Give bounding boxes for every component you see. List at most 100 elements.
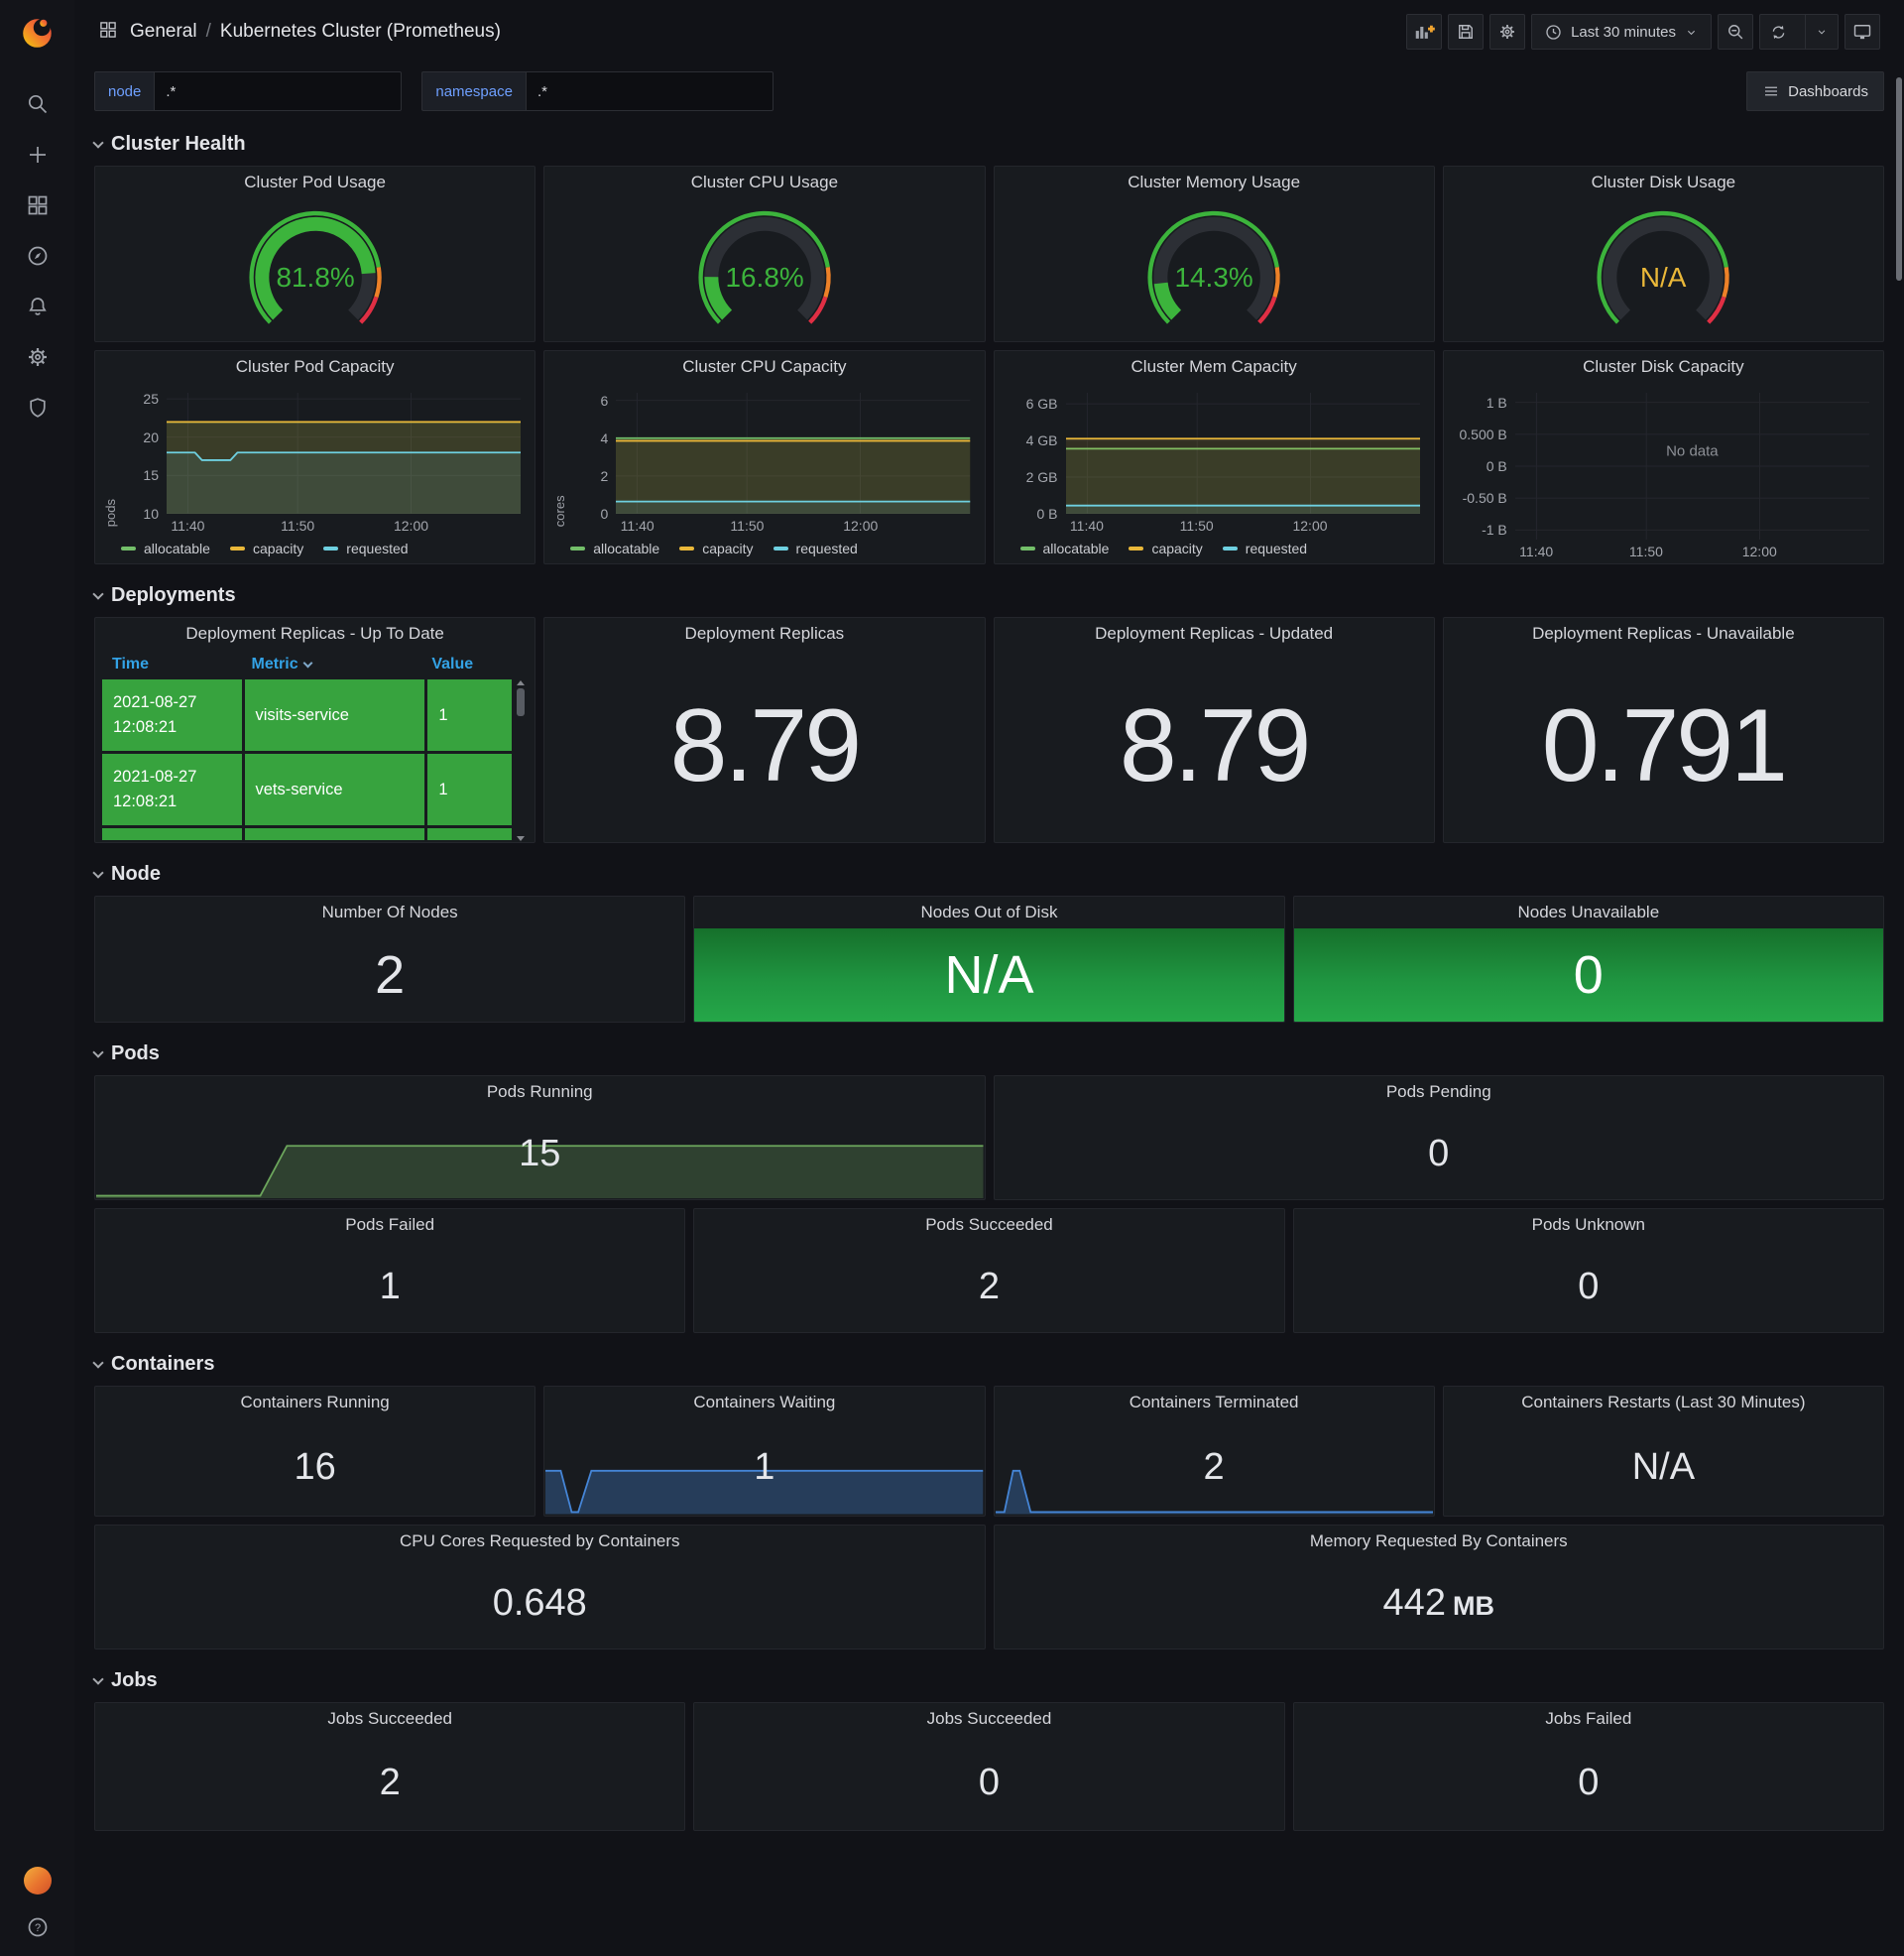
variables-bar: node namespace Dashboards <box>94 69 1884 113</box>
panel-cluster-disk-capacity: Cluster Disk Capacity -1 B -0.50 B0 B 0.50… <box>1442 350 1884 564</box>
column-header-metric[interactable]: Metric <box>242 656 422 673</box>
refresh-interval-caret[interactable] <box>1805 15 1838 49</box>
chart-cluster-cpu-capacity: cores 0 2 4 6 11:40 11:50 12:00 allocatable capac… <box>544 383 984 563</box>
panel-cluster-cpu-usage: Cluster CPU Usage 16.8% <box>543 166 986 342</box>
panel-pods-running: Pods Running 15 <box>94 1075 986 1200</box>
table-body: 2021-08-27 12:08:21 visits-service 1 202… <box>102 679 528 842</box>
chevron-down-icon <box>92 1045 104 1058</box>
panel-pods-succeeded: Pods Succeeded 2 <box>693 1208 1285 1333</box>
cycle-view-monitor-icon[interactable] <box>1844 14 1880 50</box>
cell-value: 1 <box>427 679 513 751</box>
sidebar-bottom: ? <box>23 1867 52 1940</box>
alerting-bell-icon[interactable] <box>25 294 51 319</box>
help-icon[interactable]: ? <box>25 1914 51 1940</box>
chevron-down-icon <box>92 136 104 149</box>
column-header-time[interactable]: Time <box>102 656 242 673</box>
green-stat-body: 0 <box>1293 928 1883 1022</box>
sparkline-containers-waiting: 1 <box>544 1418 984 1516</box>
time-range-picker[interactable]: Last 30 minutes <box>1531 14 1712 50</box>
panel-nodes-unavailable: Nodes Unavailable 0 <box>1292 896 1884 1023</box>
grafana-logo-icon[interactable] <box>19 14 57 52</box>
section-deployments[interactable]: Deployments <box>92 584 1884 607</box>
sort-caret-icon <box>302 658 313 668</box>
stat-value: 1 <box>754 1446 775 1488</box>
panel-containers-terminated: Containers Terminated 2 <box>993 1386 1435 1517</box>
panel-cluster-mem-capacity: Cluster Mem Capacity 0 B2 GB 4 GB 6 GB 11:4… <box>993 350 1435 564</box>
section-cluster-health[interactable]: Cluster Health <box>92 133 1884 156</box>
column-header-value[interactable]: Value <box>421 656 512 673</box>
svg-text:16.8%: 16.8% <box>725 262 803 293</box>
variable-namespace-input[interactable] <box>525 71 774 111</box>
variable-node-input[interactable] <box>154 71 403 111</box>
hamburger-icon <box>1762 82 1780 100</box>
stat-value: 0.648 <box>492 1582 587 1624</box>
scroll-thumb[interactable] <box>517 688 526 716</box>
chart-cluster-disk-capacity: -1 B -0.50 B0 B 0.500 B1 B No data 11:40 11:5… <box>1459 394 1777 559</box>
panel-nodes-out-of-disk: Nodes Out of Disk N/A <box>693 896 1285 1023</box>
stat-value: 16 <box>294 1446 336 1488</box>
refresh-icon[interactable] <box>1760 15 1797 49</box>
clock-icon <box>1544 23 1563 42</box>
page-title[interactable]: Kubernetes Cluster (Prometheus) <box>220 21 501 43</box>
admin-shield-icon[interactable] <box>25 395 51 421</box>
search-icon[interactable] <box>25 91 51 117</box>
user-avatar[interactable] <box>23 1867 52 1895</box>
breadcrumb-separator: / <box>205 21 211 42</box>
panel-pods-pending: Pods Pending 0 <box>993 1075 1884 1200</box>
create-plus-icon[interactable] <box>25 142 51 168</box>
chart-cluster-mem-capacity: 0 B2 GB 4 GB 6 GB 11:40 11:50 12:00 allocatabl… <box>995 383 1434 563</box>
variable-node-label: node <box>94 71 155 111</box>
chevron-down-icon <box>92 587 104 600</box>
dashboards-button[interactable]: Dashboards <box>1746 71 1884 111</box>
panel-cluster-memory-usage: Cluster Memory Usage 14.3% <box>993 166 1435 342</box>
stat-value: 0 <box>978 1762 1001 1803</box>
time-range-label: Last 30 minutes <box>1571 23 1676 41</box>
svg-text:81.8%: 81.8% <box>276 262 354 293</box>
panel-cpu-cores-requested: CPU Cores Requested by Containers 0.648 <box>94 1525 986 1650</box>
table-header: Time Metric Value <box>102 650 528 679</box>
panel-containers-restarts: Containers Restarts (Last 30 Minutes) N/… <box>1442 1386 1884 1517</box>
stat-value: 2 <box>1203 1446 1225 1488</box>
gauge-cluster-memory-usage: 14.3% <box>995 198 1434 341</box>
page-scrollbar-thumb[interactable] <box>1896 77 1902 281</box>
stat-value: 15 <box>519 1133 561 1174</box>
panel-jobs-failed: Jobs Failed 0 <box>1292 1702 1884 1831</box>
table-row: 2021-08-27 12:08:21 visits-service 1 <box>102 679 513 751</box>
chevron-down-icon <box>92 1356 104 1369</box>
dashboard-settings-button[interactable] <box>1489 14 1526 50</box>
refresh-button-group[interactable] <box>1759 14 1839 50</box>
stat-value: 2 <box>375 945 406 1005</box>
section-pods[interactable]: Pods <box>92 1042 1884 1065</box>
dashboards-button-label: Dashboards <box>1788 82 1868 100</box>
grafana-app: ? General / Kubernetes Cluster (Promethe… <box>0 0 1904 1956</box>
explore-compass-icon[interactable] <box>25 243 51 269</box>
cell-time: 2021-08-27 12:08:21 <box>102 679 242 751</box>
chevron-down-icon <box>92 866 104 879</box>
stat-unit: MB <box>1452 1591 1494 1621</box>
stat-value: N/A <box>944 945 1034 1005</box>
add-panel-button[interactable] <box>1406 14 1443 50</box>
dashboards-grid-icon[interactable] <box>25 192 51 218</box>
stat-value: 2 <box>379 1762 401 1803</box>
panel-deployment-replicas: Deployment Replicas 8.79 <box>543 617 986 843</box>
navbar: General / Kubernetes Cluster (Prometheus… <box>94 0 1884 63</box>
sparkline-pods-running: 15 <box>95 1108 985 1199</box>
section-node[interactable]: Node <box>92 863 1884 886</box>
sidebar-menu <box>25 91 51 421</box>
scroll-up-icon[interactable] <box>517 680 526 685</box>
configuration-gear-icon[interactable] <box>25 344 51 370</box>
stat-value: 1 <box>379 1266 401 1307</box>
section-containers[interactable]: Containers <box>92 1353 1884 1376</box>
stat-value: 0 <box>1573 945 1604 1005</box>
save-dashboard-button[interactable] <box>1448 14 1485 50</box>
sparkline-containers-terminated: 2 <box>995 1418 1434 1516</box>
zoom-out-button[interactable] <box>1718 14 1753 50</box>
panel-cluster-disk-usage: Cluster Disk Usage N/A <box>1442 166 1884 342</box>
stat-value: 8.79 <box>669 688 862 803</box>
section-jobs[interactable]: Jobs <box>92 1669 1884 1692</box>
variable-namespace: namespace <box>421 71 774 111</box>
breadcrumb-folder[interactable]: General <box>130 21 197 43</box>
sidebar: ? <box>0 0 74 1956</box>
apps-grid-icon[interactable] <box>98 20 118 45</box>
scroll-down-icon[interactable] <box>517 836 526 841</box>
